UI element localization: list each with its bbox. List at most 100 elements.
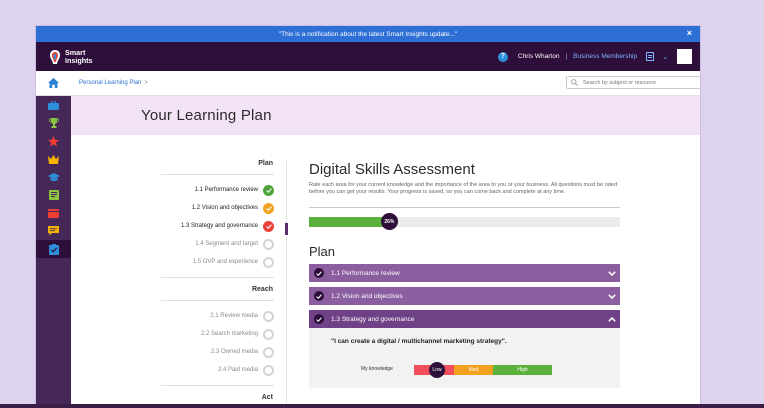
sidebar-item-star[interactable]	[36, 132, 71, 150]
question-text: "I can create a digital / multichannel m…	[331, 338, 507, 345]
accordion-label: 1.3 Strategy and governance	[331, 315, 415, 323]
trophy-icon	[48, 118, 59, 128]
page-banner: Your Learning Plan	[71, 96, 700, 135]
rating-med[interactable]: Med	[454, 365, 493, 375]
avatar[interactable]	[677, 49, 692, 64]
chevron-down-icon[interactable]	[608, 270, 616, 276]
sidebar-item-trophy[interactable]	[36, 114, 71, 132]
check-circle-icon	[314, 268, 324, 278]
sidebar-item-graduation-cap[interactable]	[36, 168, 71, 186]
sidebar-item-calendar[interactable]	[36, 204, 71, 222]
sidebar-item-briefcase[interactable]	[36, 96, 71, 114]
nav-item[interactable]: 2.1 Review media	[161, 307, 274, 325]
notification-text: "This is a notification about the latest…	[278, 30, 458, 38]
empty-circle-icon	[263, 346, 274, 358]
check-circle-icon	[263, 202, 274, 214]
membership-link[interactable]: Business Membership	[573, 53, 637, 60]
divider	[309, 207, 620, 208]
sidebar-item-checklist[interactable]	[36, 240, 71, 258]
chevron-up-icon[interactable]	[608, 316, 616, 322]
nav-section-heading: Plan	[258, 160, 273, 167]
breadcrumb-arrow: >	[144, 80, 148, 86]
nav-divider	[161, 300, 274, 301]
close-icon[interactable]: ×	[687, 28, 692, 38]
nav-item[interactable]: 2.3 Owned media	[161, 343, 274, 361]
sidebar-item-chat[interactable]	[36, 222, 71, 240]
empty-circle-icon	[263, 256, 274, 268]
app-window: "This is a notification about the latest…	[36, 26, 700, 408]
knowledge-rating[interactable]: Low Med High	[414, 362, 552, 378]
empty-circle-icon	[263, 310, 274, 322]
logo-text: Smart Insights	[65, 49, 93, 64]
search-input[interactable]	[583, 79, 698, 86]
rating-selected-dot[interactable]: Low	[429, 362, 445, 378]
check-circle-icon	[314, 291, 324, 301]
accordion-label: 1.2 Vision and objectives	[331, 292, 403, 300]
header-separator: |	[565, 53, 568, 60]
assessment-panel: Digital Skills Assessment Rate each area…	[309, 161, 620, 388]
search-icon	[571, 79, 578, 86]
rating-low[interactable]: Low	[414, 362, 454, 378]
page-title: Your Learning Plan	[141, 107, 272, 124]
sidebar-item-book[interactable]	[36, 186, 71, 204]
search-box[interactable]	[566, 76, 700, 89]
nav-divider	[286, 161, 287, 408]
sidebar	[36, 96, 71, 408]
nav-divider	[161, 385, 274, 386]
check-circle-icon	[263, 220, 274, 232]
bottom-bar	[0, 404, 764, 408]
check-circle-icon	[314, 314, 324, 324]
assessment-title: Digital Skills Assessment	[309, 161, 475, 178]
home-button[interactable]	[36, 71, 71, 96]
breadcrumb[interactable]: Personal Learning Plan >	[79, 80, 148, 86]
breadcrumb-item[interactable]: Personal Learning Plan	[79, 80, 141, 86]
sidebar-item-crown[interactable]	[36, 150, 71, 168]
star-icon	[48, 135, 59, 147]
nav-item[interactable]: 1.1 Performance review	[161, 181, 274, 199]
document-icon[interactable]	[646, 52, 655, 61]
assessment-description: Rate each area for your current knowledg…	[309, 182, 618, 195]
nav-item[interactable]: 1.2 Vision and objectives	[161, 199, 274, 217]
progress-bar: 26%	[309, 213, 620, 230]
nav-item-label: 1.5 OVP and experience	[192, 259, 258, 265]
accordion-item[interactable]: 1.3 Strategy and governance	[309, 310, 620, 328]
accordion: 1.1 Performance review 1.2 Vision and obj…	[309, 264, 620, 328]
chevron-down-icon[interactable]: ⌄	[662, 53, 668, 61]
chevron-down-icon[interactable]	[608, 293, 616, 299]
nav-item-label: 2.1 Review media	[210, 313, 258, 319]
nav-section-heading: Reach	[251, 286, 273, 293]
progress-badge: 26%	[380, 213, 398, 230]
empty-circle-icon	[263, 364, 274, 376]
accordion-item[interactable]: 1.1 Performance review	[309, 264, 620, 282]
nav-item-label: 1.4 Segment and target	[195, 241, 258, 247]
crown-icon	[48, 154, 59, 164]
logo-line-2: Insights	[65, 55, 93, 65]
nav-item-label: 1.3 Strategy and governance	[180, 223, 258, 229]
help-icon[interactable]: ?	[497, 51, 508, 62]
accordion-label: 1.1 Performance review	[331, 269, 400, 277]
accordion-item[interactable]: 1.2 Vision and objectives	[309, 287, 620, 305]
logo-mark-icon	[50, 49, 60, 64]
chat-icon	[48, 226, 59, 236]
progress-fill	[309, 217, 390, 227]
nav-item-label: 2.2 Search marketing	[200, 331, 258, 337]
section-title: Plan	[309, 244, 336, 259]
empty-circle-icon	[263, 328, 274, 340]
nav-item-label: 2.3 Owned media	[210, 349, 258, 355]
accordion-body: "I can create a digital / multichannel m…	[309, 328, 620, 388]
logo[interactable]: Smart Insights	[48, 49, 93, 65]
rating-high[interactable]: High	[493, 365, 552, 375]
empty-circle-icon	[263, 238, 274, 250]
current-section-marker	[285, 223, 288, 235]
knowledge-label: My knowledge	[361, 366, 393, 372]
nav-item[interactable]: 2.4 Paid media	[161, 361, 274, 379]
nav-item[interactable]: 1.5 OVP and experience	[161, 253, 274, 271]
nav-item-label: 1.1 Performance review	[194, 187, 258, 193]
nav-divider	[161, 174, 274, 175]
checklist-icon	[48, 243, 59, 255]
user-name[interactable]: Chris Wharton	[518, 53, 560, 60]
graduation-cap-icon	[47, 172, 60, 182]
nav-item[interactable]: 1.3 Strategy and governance	[161, 217, 274, 235]
nav-item[interactable]: 1.4 Segment and target	[161, 235, 274, 253]
nav-item[interactable]: 2.2 Search marketing	[161, 325, 274, 343]
